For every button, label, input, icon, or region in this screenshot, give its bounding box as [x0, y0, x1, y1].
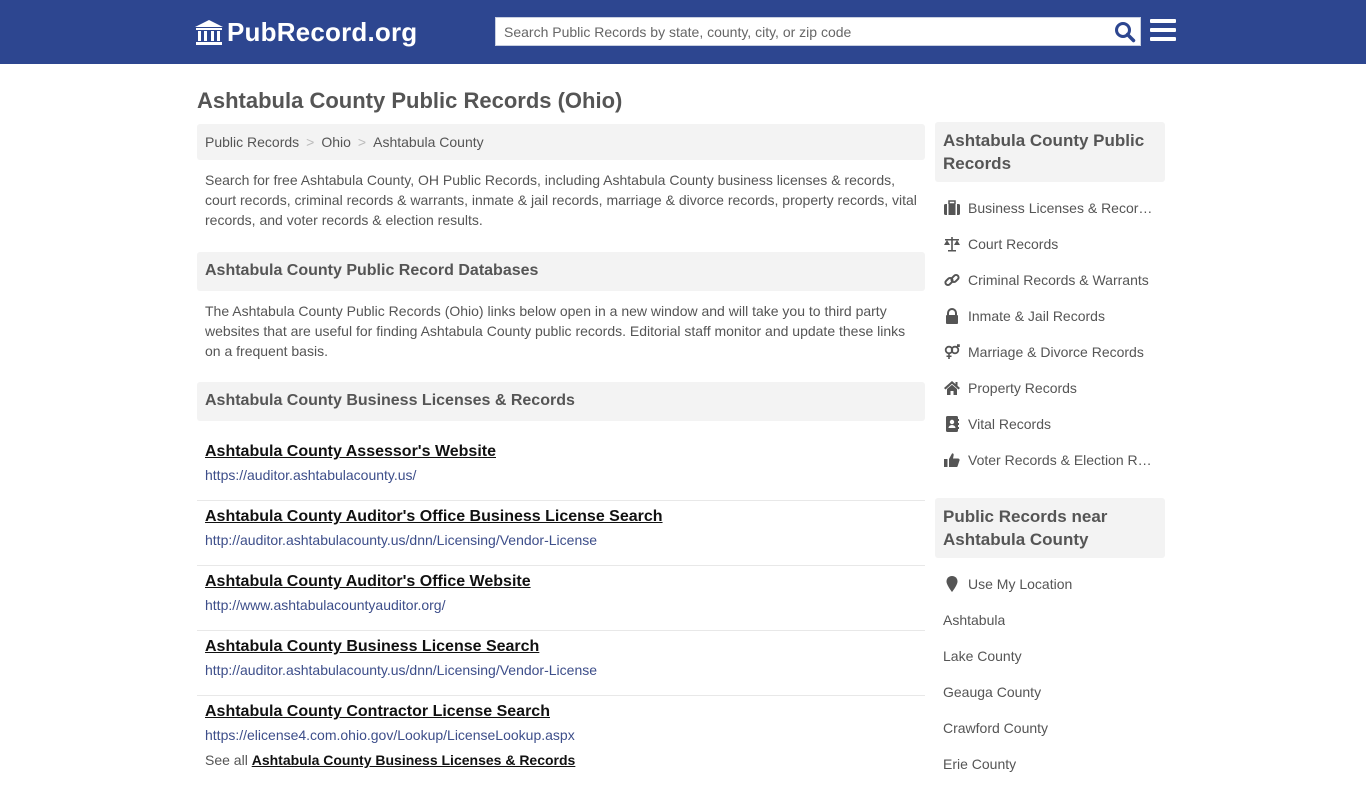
nearby-item[interactable]: Lake County — [935, 638, 1165, 674]
databases-text: The Ashtabula County Public Records (Ohi… — [205, 303, 906, 359]
nearby-item-label: Lake County — [943, 648, 1022, 664]
list-item: Ashtabula County Auditor's Office Websit… — [197, 566, 925, 631]
sidebar-item-marriage[interactable]: Marriage & Divorce Records — [935, 334, 1165, 370]
sidebar-nearby-list: Use My Location Ashtabula Lake County Ge… — [935, 566, 1165, 782]
record-link-title[interactable]: Ashtabula County Contractor License Sear… — [205, 702, 917, 722]
sidebar-item-label: Court Records — [968, 236, 1059, 252]
thumbs-up-icon — [943, 452, 961, 468]
search-input[interactable] — [496, 18, 1096, 45]
use-my-location-label: Use My Location — [968, 576, 1073, 592]
home-icon — [943, 380, 961, 396]
record-link-url: https://elicense4.com.ohio.gov/Lookup/Li… — [205, 727, 575, 743]
briefcase-icon — [943, 200, 961, 216]
sidebar-nearby-heading: Public Records near Ashtabula County — [935, 498, 1165, 558]
sidebar-item-label: Marriage & Divorce Records — [968, 344, 1144, 360]
see-all-link[interactable]: Ashtabula County Business Licenses & Rec… — [252, 752, 576, 768]
nearby-item-label: Crawford County — [943, 720, 1049, 736]
breadcrumb: Public Records > Ohio > Ashtabula County — [197, 124, 925, 160]
sidebar-item-label: Business Licenses & Records — [968, 200, 1153, 216]
nearby-item[interactable]: Ashtabula — [935, 602, 1165, 638]
site-header: PubRecord.org — [0, 0, 1366, 64]
record-link-url: https://auditor.ashtabulacounty.us/ — [205, 467, 417, 483]
main-content: Public Records > Ohio > Ashtabula County Sea… — [197, 124, 925, 768]
record-link-title[interactable]: Ashtabula County Business License Search — [205, 637, 917, 657]
business-heading: Ashtabula County Business Licenses & Rec… — [197, 382, 925, 421]
courthouse-icon — [195, 19, 223, 45]
nearby-item-label: Ashtabula — [943, 612, 1006, 628]
record-link-title[interactable]: Ashtabula County Assessor's Website — [205, 442, 917, 462]
nearby-item-label: Geauga County — [943, 684, 1042, 700]
record-link-title[interactable]: Ashtabula County Auditor's Office Busine… — [205, 507, 917, 527]
sidebar-item-voter[interactable]: Voter Records & Election Results — [935, 442, 1165, 478]
sidebar-item-label: Voter Records & Election Results — [968, 452, 1153, 468]
use-my-location-button[interactable]: Use My Location — [935, 566, 1165, 602]
sidebar-item-property[interactable]: Property Records — [935, 370, 1165, 406]
sidebar-item-criminal[interactable]: Criminal Records & Warrants — [935, 262, 1165, 298]
record-link-url: http://www.ashtabulacountyauditor.org/ — [205, 597, 446, 613]
list-item: Ashtabula County Auditor's Office Busine… — [197, 501, 925, 566]
record-link-url: http://auditor.ashtabulacounty.us/dnn/Li… — [205, 532, 598, 548]
list-item: Ashtabula County Business License Search… — [197, 631, 925, 696]
sidebar-item-business[interactable]: Business Licenses & Records — [935, 190, 1165, 226]
nearby-item[interactable]: Erie County — [935, 746, 1165, 782]
breadcrumb-public-records[interactable]: Public Records — [205, 134, 299, 150]
search-icon[interactable] — [1114, 21, 1136, 43]
scale-icon — [943, 236, 961, 252]
breadcrumb-county[interactable]: Ashtabula County — [373, 134, 484, 150]
nearby-item-label: Erie County — [943, 756, 1017, 772]
page-title: Ashtabula County Public Records (Ohio) — [197, 88, 623, 113]
breadcrumb-separator: > — [306, 134, 315, 150]
gender-icon — [943, 344, 961, 360]
hamburger-menu-icon[interactable] — [1150, 19, 1176, 43]
sidebar-item-inmate[interactable]: Inmate & Jail Records — [935, 298, 1165, 334]
list-item: Ashtabula County Assessor's Website http… — [197, 436, 925, 501]
sidebar-item-label: Criminal Records & Warrants — [968, 272, 1149, 288]
breadcrumb-ohio[interactable]: Ohio — [321, 134, 351, 150]
link-icon — [943, 272, 961, 288]
sidebar-item-court[interactable]: Court Records — [935, 226, 1165, 262]
sidebar-records-heading: Ashtabula County Public Records — [935, 122, 1165, 182]
see-all-prefix: See all — [205, 752, 248, 768]
map-marker-icon — [943, 576, 961, 592]
sidebar: Ashtabula County Public Records Business… — [935, 122, 1165, 802]
sidebar-records-list: Business Licenses & Records Court Record… — [935, 190, 1165, 478]
logo-link[interactable]: PubRecord.org — [195, 17, 417, 48]
lock-icon — [943, 308, 961, 324]
intro-text: Search for free Ashtabula County, OH Pub… — [205, 172, 917, 228]
breadcrumb-separator: > — [357, 134, 367, 150]
nearby-item[interactable]: Crawford County — [935, 710, 1165, 746]
nearby-item[interactable]: Geauga County — [935, 674, 1165, 710]
sidebar-item-label: Property Records — [968, 380, 1077, 396]
address-book-icon — [943, 416, 961, 432]
sidebar-item-label: Vital Records — [968, 416, 1052, 432]
record-link-url: http://auditor.ashtabulacounty.us/dnn/Li… — [205, 662, 598, 678]
sidebar-item-label: Inmate & Jail Records — [968, 308, 1105, 324]
record-link-title[interactable]: Ashtabula County Auditor's Office Websit… — [205, 572, 917, 592]
business-links: Ashtabula County Assessor's Website http… — [197, 436, 925, 761]
sidebar-item-vital[interactable]: Vital Records — [935, 406, 1165, 442]
databases-heading: Ashtabula County Public Record Databases — [197, 252, 925, 291]
search-bar — [495, 17, 1141, 46]
logo-text: PubRecord.org — [227, 17, 418, 47]
see-all: See all Ashtabula County Business Licens… — [197, 752, 925, 768]
